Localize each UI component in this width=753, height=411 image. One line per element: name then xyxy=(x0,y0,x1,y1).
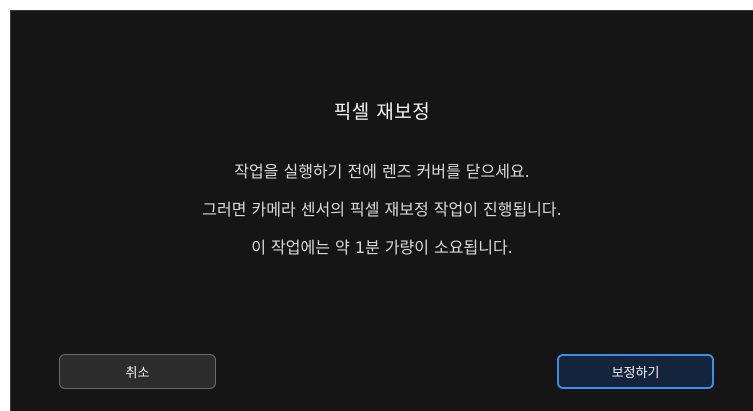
recalibrate-button-label: 보정하기 xyxy=(611,366,660,381)
message-line-1: 작업을 실행하기 전에 렌즈 커버를 닫으세요. xyxy=(234,162,530,181)
cancel-button-label: 취소 xyxy=(125,366,150,381)
pixel-recalibration-dialog: 픽셀 재보정 작업을 실행하기 전에 렌즈 커버를 닫으세요. 그러면 카메라 … xyxy=(10,10,753,411)
message-line-3: 이 작업에는 약 1분 가량이 소요됩니다. xyxy=(251,238,513,257)
cancel-button[interactable]: 취소 xyxy=(59,354,216,389)
recalibrate-button[interactable]: 보정하기 xyxy=(557,354,714,389)
dialog-message: 작업을 실행하기 전에 렌즈 커버를 닫으세요. 그러면 카메라 센서의 픽셀 … xyxy=(11,153,753,267)
message-line-2: 그러면 카메라 센서의 픽셀 재보정 작업이 진행됩니다. xyxy=(202,200,562,219)
dialog-title: 픽셀 재보정 xyxy=(333,101,431,123)
